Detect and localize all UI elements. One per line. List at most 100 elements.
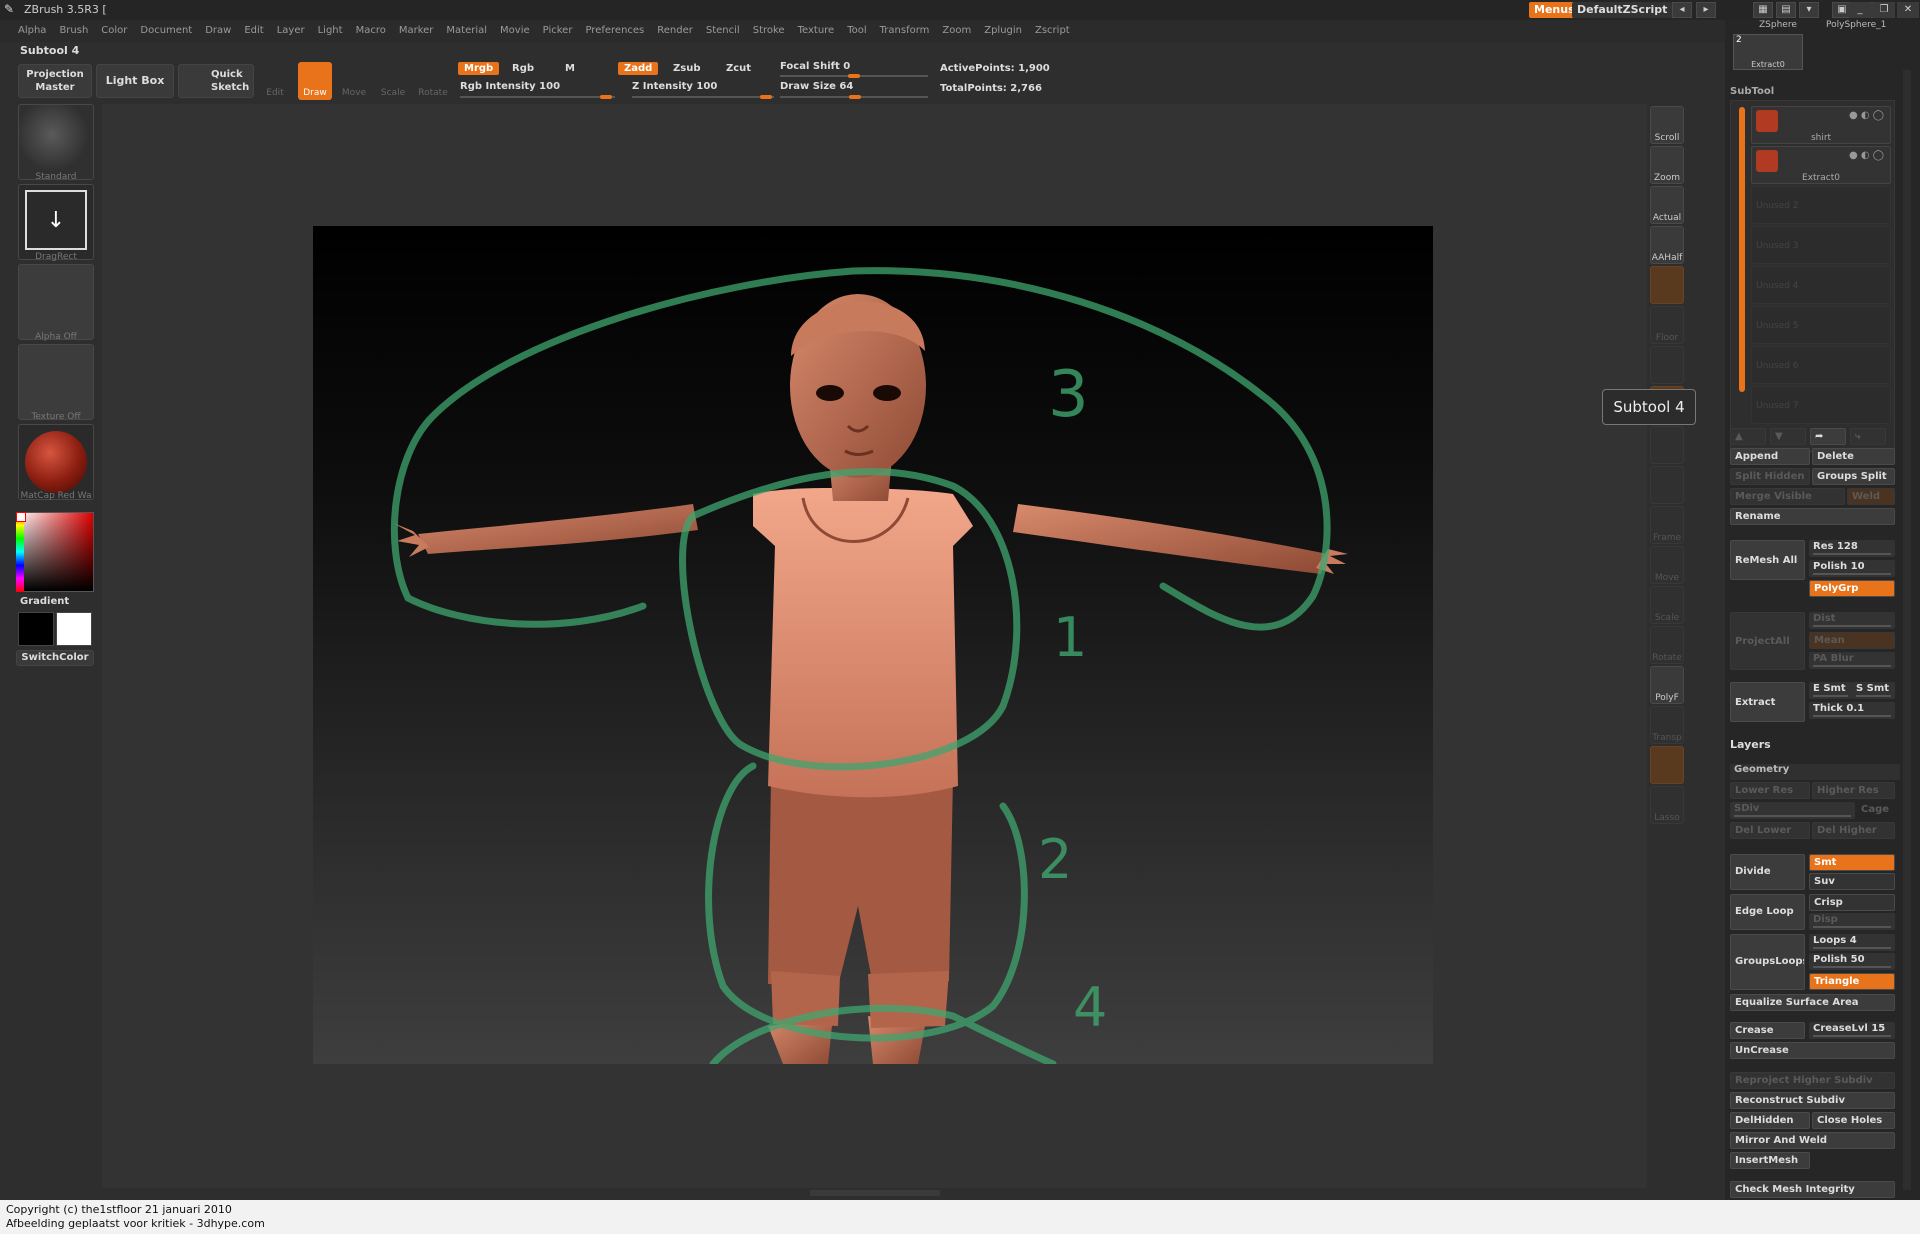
layers-header[interactable]: Layers [1730,738,1900,751]
shelf-polyf-button[interactable]: PolyF [1650,666,1684,704]
quick-sketch-button[interactable]: Quick Sketch [178,64,254,98]
shelf-scale-button[interactable]: Scale [1650,586,1684,624]
menu-item[interactable]: Draw [205,20,231,42]
focal-shift-knob[interactable] [848,74,860,78]
uncrease-button[interactable]: UnCrease [1730,1042,1895,1059]
crease-button[interactable]: Crease [1730,1022,1805,1039]
model-canvas[interactable]: 3 1 2 4 [313,226,1433,1068]
menu-item[interactable]: Movie [500,20,530,42]
shelf-rotate-button[interactable]: Rotate [1650,626,1684,664]
draw-size-knob[interactable] [849,95,861,99]
shelf-aahalf-button[interactable]: AAHalf [1650,226,1684,264]
rgb-intensity-slider[interactable]: Rgb Intensity 100 [460,81,560,92]
crease-lvl-slider[interactable]: CreaseLvl 15 [1809,1022,1895,1039]
s-smt-slider[interactable]: S Smt [1852,682,1895,699]
lower-res-button[interactable]: Lower Res [1730,782,1810,799]
shelf-tool-button[interactable] [1650,266,1684,304]
delete-button[interactable]: Delete [1812,448,1895,465]
menu-item[interactable]: Macro [356,20,386,42]
menu-item[interactable]: Material [446,20,487,42]
mirror-weld-button[interactable]: Mirror And Weld [1730,1132,1895,1149]
equalize-button[interactable]: Equalize Surface Area [1730,994,1895,1011]
sdiv-slider[interactable]: SDiv [1730,802,1855,819]
geometry-header[interactable]: Geometry [1730,764,1900,780]
primary-color-swatch[interactable] [18,612,54,646]
menu-item[interactable]: Picker [543,20,573,42]
higher-res-button[interactable]: Higher Res [1812,782,1895,799]
move-down-icon[interactable]: ▼ [1770,428,1806,445]
material-thumbnail[interactable] [18,424,94,500]
extract-button[interactable]: Extract [1730,682,1805,722]
append-button[interactable]: Append [1730,448,1810,465]
reconstruct-subdiv-button[interactable]: Reconstruct Subdiv [1730,1092,1895,1109]
bottom-tray-handle[interactable] [810,1190,940,1196]
menu-item[interactable]: Layer [277,20,305,42]
split-hidden-button[interactable]: Split Hidden [1730,468,1810,485]
dropdown-icon[interactable]: ▾ [1799,2,1819,18]
stroke-thumbnail[interactable]: ↓ [18,184,94,260]
arrow-right-icon[interactable]: ➦ [1810,428,1846,445]
switch-color-button[interactable]: SwitchColor [16,650,94,666]
mrgb-toggle[interactable]: Mrgb [458,62,500,75]
suv-toggle[interactable]: Suv [1809,873,1895,890]
rename-button[interactable]: Rename [1730,508,1895,525]
subtool-row[interactable]: Unused 4 [1751,266,1891,304]
alpha-thumbnail[interactable] [18,264,94,340]
rgb-toggle[interactable]: Rgb [512,63,534,74]
zcut-toggle[interactable]: Zcut [726,63,751,74]
loops-slider[interactable]: Loops 4 [1809,934,1895,951]
gradient-label[interactable]: Gradient [20,596,69,607]
subtool-row[interactable]: Unused 6 [1751,346,1891,384]
shelf-transp-button[interactable]: Transp [1650,706,1684,744]
menu-item[interactable]: Light [318,20,343,42]
subtool-row[interactable]: Unused 7 [1751,386,1891,424]
floppy-icon[interactable]: ▦ [1753,2,1773,18]
menu-item[interactable]: Tool [847,20,866,42]
script-prev-icon[interactable]: ◂ [1672,2,1692,18]
hue-strip[interactable] [16,512,24,592]
polysphere-label[interactable]: PolySphere_1 [1826,20,1886,30]
rgb-intensity-track[interactable] [460,96,615,98]
weld-button[interactable]: Weld [1847,488,1895,505]
menu-item[interactable]: Zoom [942,20,971,42]
dist-slider[interactable]: Dist [1809,612,1895,629]
rotate-button[interactable]: Rotate [416,62,450,100]
minimize-icon[interactable]: _ [1849,2,1871,18]
extract-thumb[interactable]: 2 Extract0 [1733,34,1803,70]
visibility-icon[interactable]: ● ◐ ◯ [1849,150,1884,161]
smt-toggle[interactable]: Smt [1809,854,1895,871]
check-mesh-button[interactable]: Check Mesh Integrity [1730,1181,1895,1198]
menu-item[interactable]: Edit [244,20,263,42]
polygrp-toggle[interactable]: PolyGrp [1809,580,1895,597]
menu-item[interactable]: Render [657,20,693,42]
menu-item[interactable]: Stencil [706,20,740,42]
color-picker[interactable] [16,512,94,592]
del-higher-button[interactable]: Del Higher [1812,822,1895,839]
crisp-toggle[interactable]: Crisp [1809,894,1895,911]
subtool-header[interactable]: SubTool [1730,86,1900,97]
menu-item[interactable]: Zplugin [984,20,1022,42]
z-intensity-slider[interactable]: Z Intensity 100 [632,81,717,92]
move-button[interactable]: Move [337,62,371,100]
del-lower-button[interactable]: Del Lower [1730,822,1810,839]
disp-slider[interactable]: Disp [1809,913,1895,930]
mean-toggle[interactable]: Mean [1809,632,1895,649]
merge-visible-button[interactable]: Merge Visible [1730,488,1845,505]
move-up-icon[interactable]: ▲ [1730,428,1766,445]
default-zscript-button[interactable]: DefaultZScript [1572,2,1673,18]
rgb-intensity-knob[interactable] [600,95,612,99]
menu-item[interactable]: Alpha [18,20,46,42]
shelf-tool-button[interactable] [1650,466,1684,504]
shelf-tool-button[interactable] [1650,346,1684,384]
brush-thumbnail[interactable] [18,104,94,180]
menu-item[interactable]: Stroke [753,20,785,42]
zsphere-label[interactable]: ZSphere [1759,20,1797,30]
focal-shift-slider[interactable]: Focal Shift 0 [780,61,850,72]
panel-scrollbar[interactable] [1903,70,1911,1190]
triangle-toggle[interactable]: Triangle [1809,973,1895,990]
shelf-lasso-button[interactable]: Lasso [1650,786,1684,824]
zadd-toggle[interactable]: Zadd [618,62,659,75]
shelf-zoom-button[interactable]: Zoom [1650,146,1684,184]
texture-thumbnail[interactable] [18,344,94,420]
shelf-actual-button[interactable]: Actual [1650,186,1684,224]
